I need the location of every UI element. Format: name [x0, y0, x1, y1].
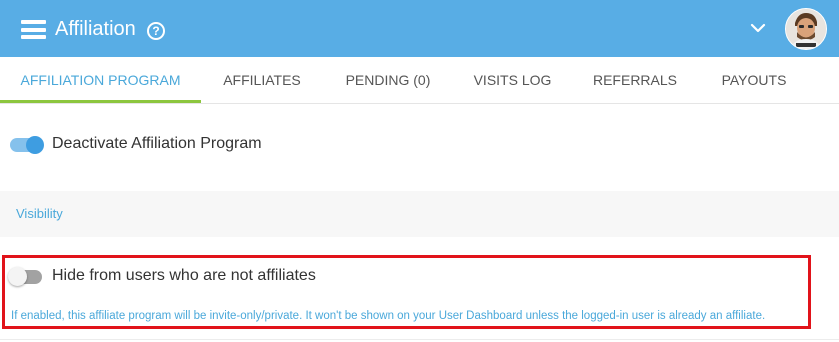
help-icon[interactable]: ? — [147, 22, 165, 40]
visibility-help-text: If enabled, this affiliate program will … — [11, 310, 766, 322]
tab-pending[interactable]: PENDING (0) — [323, 57, 453, 103]
visibility-section-title: Visibility — [16, 206, 63, 221]
hamburger-menu-icon[interactable] — [21, 20, 46, 39]
deactivate-program-toggle[interactable] — [10, 136, 44, 154]
divider — [0, 339, 839, 340]
chevron-down-icon[interactable] — [750, 23, 766, 34]
tab-referrals[interactable]: REFERRALS — [572, 57, 698, 103]
active-tab-indicator — [0, 100, 201, 103]
tab-bar: AFFILIATION PROGRAM AFFILIATES PENDING (… — [0, 57, 839, 104]
deactivate-program-label: Deactivate Affiliation Program — [52, 135, 262, 152]
hide-from-non-affiliates-label: Hide from users who are not affiliates — [52, 267, 316, 284]
tab-affiliates[interactable]: AFFILIATES — [201, 57, 323, 103]
tab-visits-log[interactable]: VISITS LOG — [453, 57, 572, 103]
tab-affiliation-program[interactable]: AFFILIATION PROGRAM — [0, 57, 201, 103]
page-title: Affiliation — [55, 18, 136, 40]
user-avatar[interactable] — [785, 8, 827, 50]
tab-payouts[interactable]: PAYOUTS — [698, 57, 810, 103]
visibility-section-header: Visibility — [0, 191, 839, 237]
top-app-bar: Affiliation ? — [0, 0, 839, 57]
hide-from-non-affiliates-toggle[interactable] — [8, 267, 44, 287]
